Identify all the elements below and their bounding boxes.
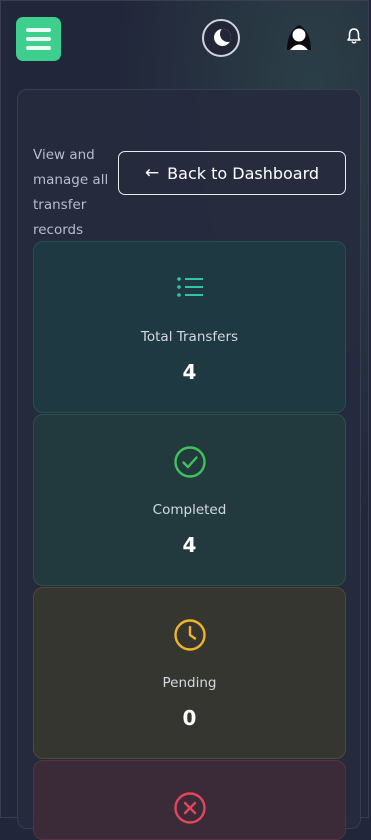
stat-card-failed	[33, 760, 346, 840]
stat-value: 4	[182, 533, 197, 557]
stat-card-completed: Completed 4	[33, 414, 346, 586]
back-to-dashboard-button[interactable]: ← Back to Dashboard	[118, 151, 346, 195]
stat-value: 0	[182, 706, 197, 730]
hamburger-menu-icon	[26, 37, 51, 41]
menu-button[interactable]	[16, 17, 61, 61]
stat-label: Total Transfers	[140, 329, 239, 345]
top-bar	[1, 1, 371, 77]
stat-value: 4	[182, 360, 197, 384]
bell-icon[interactable]	[346, 27, 362, 45]
user-avatar-icon[interactable]	[283, 22, 315, 50]
stat-label: Completed	[152, 502, 227, 518]
page-subtitle: View and manage all transfer records	[33, 147, 109, 238]
check-circle-icon	[34, 445, 345, 479]
moon-icon	[214, 29, 231, 46]
app-frame: View and manage all transfer records ← B…	[0, 0, 371, 840]
stat-label: Pending	[162, 675, 217, 691]
stat-card-pending: Pending 0	[33, 587, 346, 759]
back-button-label: Back to Dashboard	[167, 163, 320, 183]
arrow-left-icon: ←	[144, 162, 160, 183]
clock-icon	[34, 618, 345, 652]
hamburger-menu-icon	[26, 46, 51, 50]
hamburger-menu-icon	[26, 28, 51, 32]
theme-toggle-button[interactable]	[202, 19, 240, 57]
stat-card-total-transfers: Total Transfers 4	[33, 241, 346, 413]
list-icon	[34, 272, 345, 306]
